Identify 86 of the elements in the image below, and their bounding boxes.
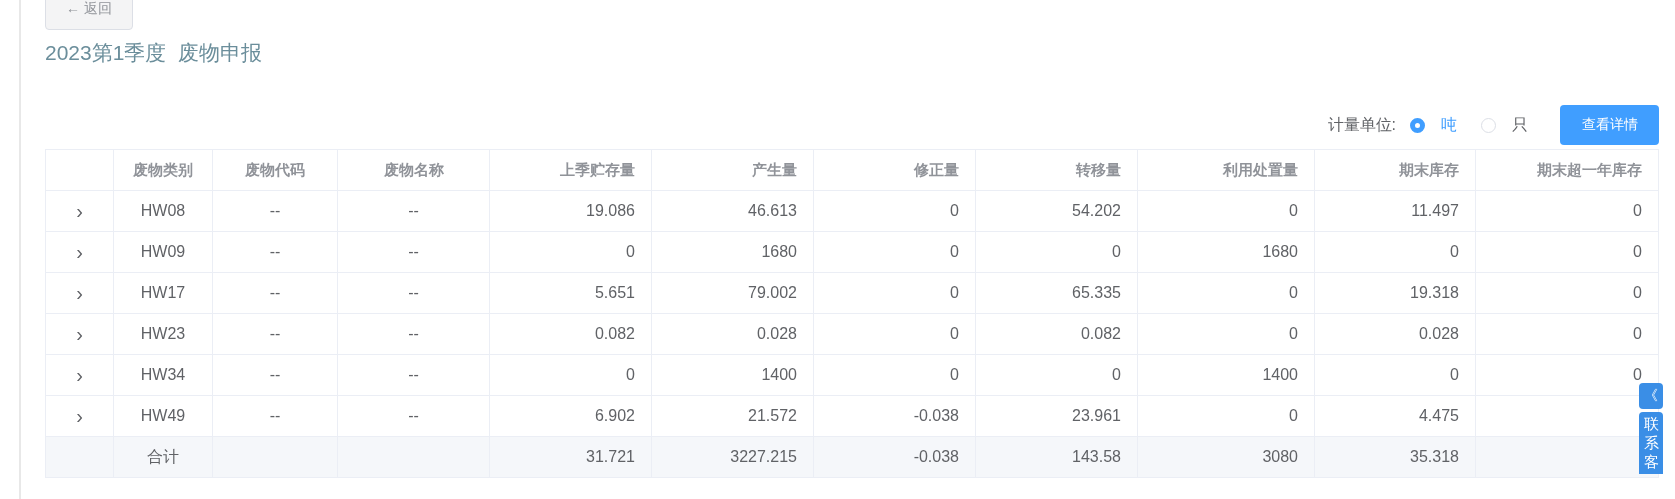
column-header: 废物名称 [337, 149, 490, 191]
column-header: 期末超一年库存 [1475, 149, 1659, 191]
table-cell: 21.572 [651, 395, 814, 437]
table-cell: 0 [1475, 313, 1659, 355]
table-cell: -- [212, 272, 338, 314]
expand-icon[interactable]: › [76, 281, 83, 304]
expand-icon[interactable]: › [76, 322, 83, 345]
table-cell: HW49 [113, 395, 213, 437]
contact-service-button[interactable]: 联系客 [1639, 412, 1663, 475]
expand-icon[interactable]: › [76, 199, 83, 222]
expand-icon[interactable]: › [76, 404, 83, 427]
table-cell: -- [337, 354, 490, 396]
table-cell: -0.038 [813, 436, 976, 478]
table-cell: 0 [813, 272, 976, 314]
table-cell: 6.902 [489, 395, 652, 437]
table-cell: 0 [975, 354, 1138, 396]
table-cell: -- [337, 395, 490, 437]
table-cell: -- [212, 231, 338, 273]
table-cell: HW17 [113, 272, 213, 314]
table-cell: -- [212, 313, 338, 355]
table-cell: 3080 [1137, 436, 1315, 478]
table-cell: 65.335 [975, 272, 1138, 314]
table-cell: HW23 [113, 313, 213, 355]
table-cell: 0 [489, 231, 652, 273]
expand-icon[interactable]: › [76, 240, 83, 263]
column-header: 期末库存 [1314, 149, 1476, 191]
table-cell: 3227.215 [651, 436, 814, 478]
table-cell: 合计 [113, 436, 213, 478]
table-cell: 0 [1475, 190, 1659, 232]
table-cell: 0 [975, 231, 1138, 273]
table-cell: 1400 [651, 354, 814, 396]
table-cell: 0.082 [975, 313, 1138, 355]
table-cell: 79.002 [651, 272, 814, 314]
table-cell: 19.086 [489, 190, 652, 232]
table-cell: 0.082 [489, 313, 652, 355]
table-cell: 1680 [1137, 231, 1315, 273]
table-cell: -- [337, 272, 490, 314]
column-header: 上季贮存量 [489, 149, 652, 191]
table-cell: 0 [1137, 272, 1315, 314]
table-cell: 0 [489, 354, 652, 396]
expand-icon[interactable]: › [76, 363, 83, 386]
column-header: 废物类别 [113, 149, 213, 191]
column-header: 转移量 [975, 149, 1138, 191]
table-cell: 0 [813, 354, 976, 396]
column-header: 废物代码 [212, 149, 338, 191]
radio-label[interactable]: 只 [1512, 114, 1528, 136]
table-cell: 31.721 [489, 436, 652, 478]
table-cell: 0 [813, 313, 976, 355]
table-cell: 0.028 [651, 313, 814, 355]
column-header: 利用处置量 [1137, 149, 1315, 191]
table-cell: 0 [1137, 395, 1315, 437]
table-cell: -- [337, 313, 490, 355]
table-cell: -0.038 [813, 395, 976, 437]
table-cell: 0 [813, 231, 976, 273]
table-cell: 54.202 [975, 190, 1138, 232]
table-cell: -- [337, 231, 490, 273]
table-cell: 1400 [1137, 354, 1315, 396]
table-cell: 0 [813, 190, 976, 232]
table-cell: 0.028 [1314, 313, 1476, 355]
table-cell: 143.58 [975, 436, 1138, 478]
radio-button[interactable] [1410, 117, 1425, 133]
column-header: 修正量 [813, 149, 976, 191]
table-cell: 0 [1475, 272, 1659, 314]
table-cell: 19.318 [1314, 272, 1476, 314]
table-cell: 4.475 [1314, 395, 1476, 437]
table-cell: -- [212, 395, 338, 437]
table-cell: -- [337, 190, 490, 232]
table-cell: 5.651 [489, 272, 652, 314]
table-cell: 46.613 [651, 190, 814, 232]
page-title: 2023第1季度 废物申报 [45, 40, 264, 66]
table-cell: HW09 [113, 231, 213, 273]
table-cell: 23.961 [975, 395, 1138, 437]
table-cell: -- [212, 354, 338, 396]
table-cell: 0 [1314, 354, 1476, 396]
table-cell: 0 [1314, 231, 1476, 273]
table-cell: 1680 [651, 231, 814, 273]
table-cell: HW34 [113, 354, 213, 396]
table-cell: 35.318 [1314, 436, 1476, 478]
table-cell: HW08 [113, 190, 213, 232]
table-cell: 11.497 [1314, 190, 1476, 232]
table-cell: 0 [1475, 231, 1659, 273]
table-cell: 0 [1137, 313, 1315, 355]
unit-label: 计量单位: [1327, 114, 1396, 135]
table-cell: -- [212, 190, 338, 232]
column-header: 产生量 [651, 149, 814, 191]
table-cell: 0 [1137, 190, 1315, 232]
